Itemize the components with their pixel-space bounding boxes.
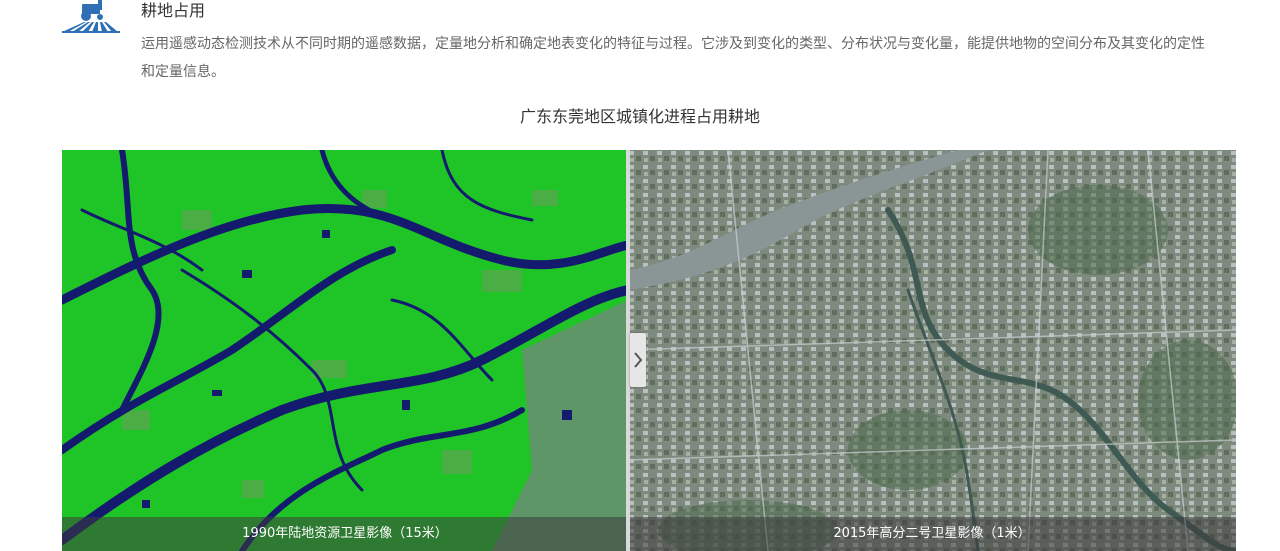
caption-1990: 1990年陆地资源卫星影像（15米） <box>62 517 628 551</box>
satellite-image-1990: 1990年陆地资源卫星影像（15米） <box>62 150 628 551</box>
comparison-slider-handle[interactable] <box>630 333 646 387</box>
chevron-right-icon <box>634 352 643 368</box>
section-title: 耕地占用 <box>141 1 206 20</box>
comparison-title: 广东东莞地区城镇化进程占用耕地 <box>519 107 760 126</box>
urban-satellite-image <box>628 150 1236 551</box>
section-description: 运用遥感动态检测技术从不同时期的遥感数据，定量地分析和确定地表变化的特征与过程。… <box>141 36 1205 80</box>
caption-2015: 2015年高分二号卫星影像（1米） <box>628 517 1236 551</box>
farmland-tractor-icon <box>62 0 120 33</box>
section-icon <box>62 0 124 34</box>
image-comparison-slider[interactable]: 1990年陆地资源卫星影像（15米） 2015年高分二号卫星影像（1米） <box>62 150 1236 551</box>
satellite-image-2015: 2015年高分二号卫星影像（1米） <box>628 150 1236 551</box>
farmland-satellite-image <box>62 150 628 551</box>
